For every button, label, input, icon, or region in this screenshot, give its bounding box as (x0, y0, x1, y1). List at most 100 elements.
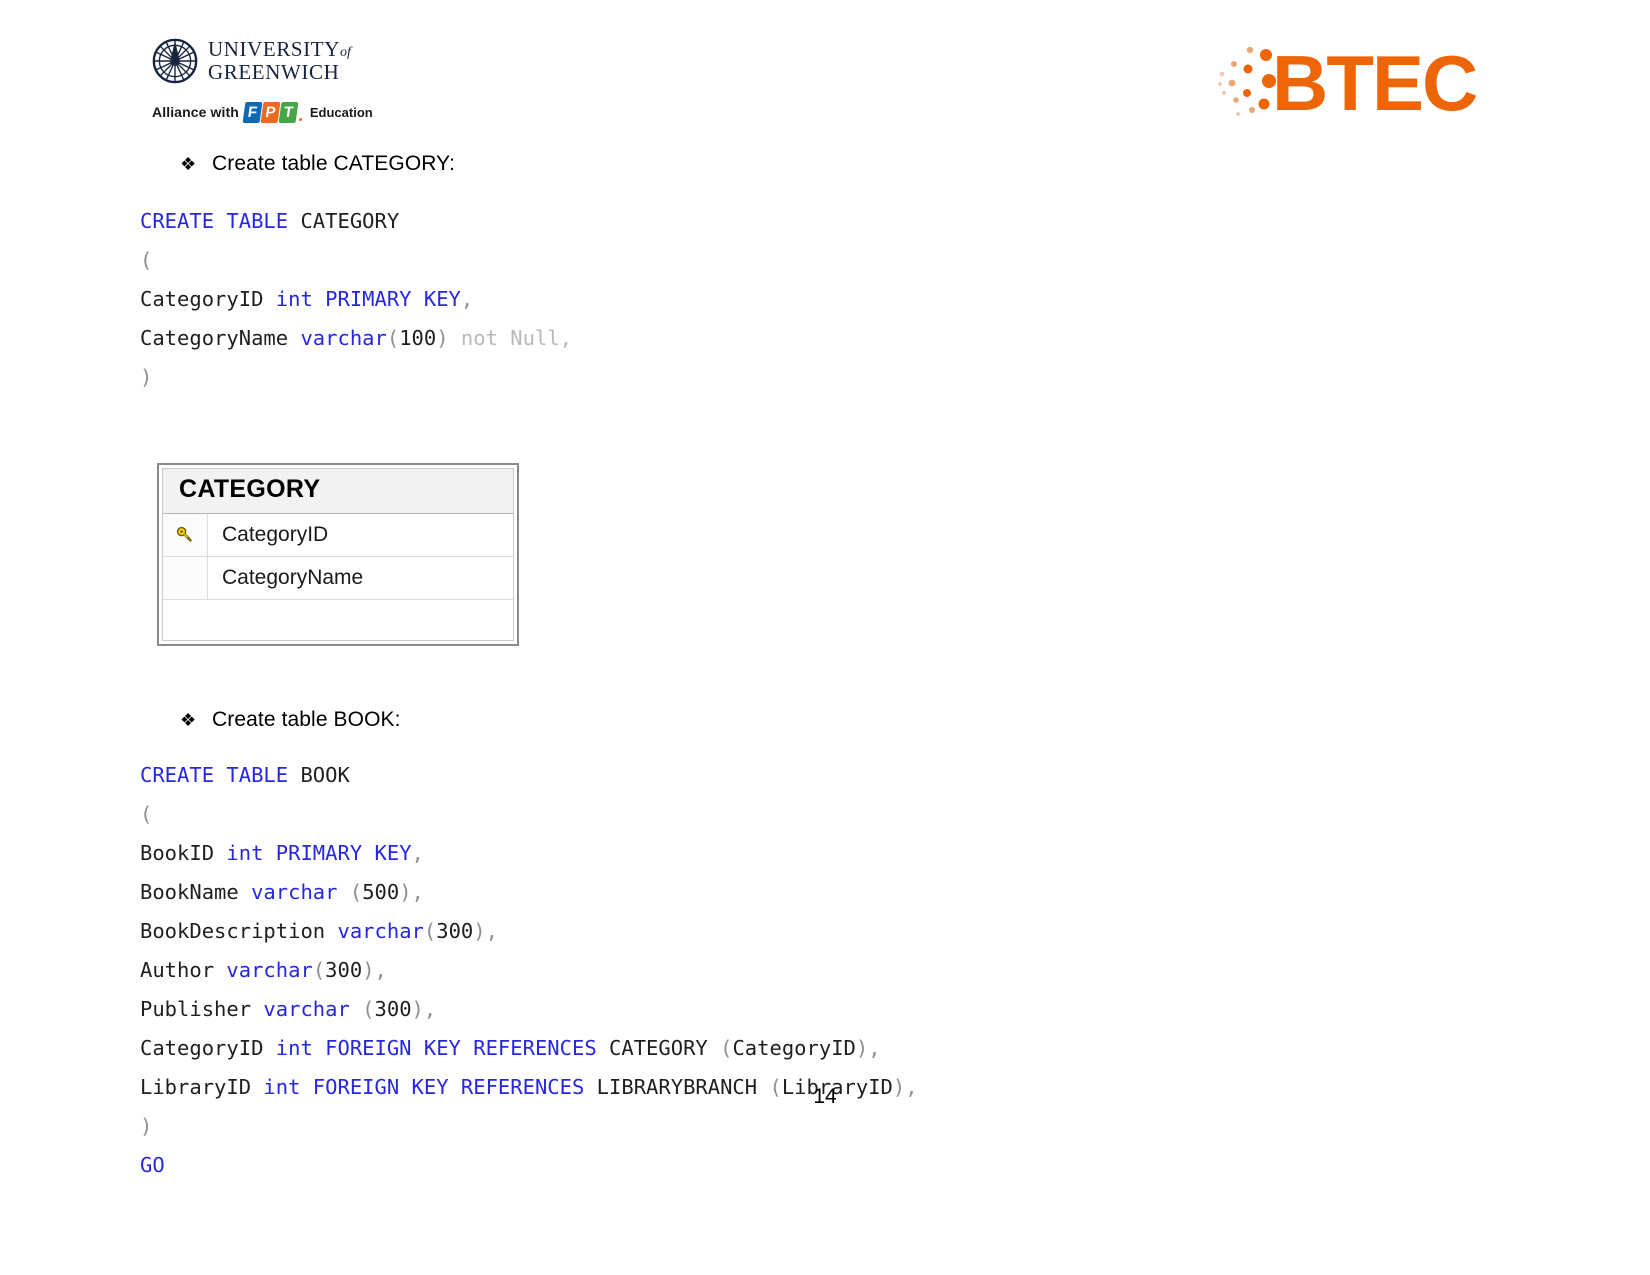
erd-field-row[interactable]: CategoryName (163, 557, 513, 600)
code-token: BookName (140, 880, 252, 904)
code-token: ), (399, 880, 424, 904)
code-line: Author varchar(300), (140, 951, 1650, 990)
page-header: UNIVERSITYof GREENWICH Alliance with F P… (0, 0, 1650, 140)
code-token: not Null, (460, 326, 573, 350)
code-token: varchar (226, 958, 313, 982)
heading-label: Create table CATEGORY: (212, 152, 456, 175)
alliance-education-label: Education (309, 104, 373, 120)
university-line1: UNIVERSITY (208, 37, 340, 61)
code-token: 300 (436, 919, 474, 943)
compass-rose-icon (152, 38, 198, 84)
code-token: CATEGORY (300, 209, 400, 233)
erd-table-box: CATEGORY CategoryID CategoryName (157, 463, 519, 646)
document-page: UNIVERSITYof GREENWICH Alliance with F P… (0, 0, 1650, 1275)
code-token: ( (349, 997, 375, 1021)
btec-logo: BTEC (1214, 36, 1478, 128)
code-line: ( (140, 795, 1650, 834)
fpt-letter-p: P (260, 101, 281, 123)
alliance-with-fpt-education-logo: Alliance with F P T Education (152, 101, 373, 123)
code-line: CategoryName varchar(100) not Null, (140, 319, 1650, 358)
code-line: CREATE TABLE CATEGORY (140, 202, 1650, 241)
code-token: 500 (362, 880, 400, 904)
code-token: ) (140, 1114, 153, 1138)
erd-table-title: CATEGORY (163, 469, 513, 514)
code-line: BookID int PRIMARY KEY, (140, 834, 1650, 873)
code-token: ( (423, 919, 437, 943)
code-line: BookName varchar (500), (140, 873, 1650, 912)
code-token: ( (312, 958, 326, 982)
code-line: ( (140, 241, 1650, 280)
code-token: ), (473, 919, 498, 943)
erd-row-gutter (163, 600, 207, 640)
sql-code-block-book: CREATE TABLE BOOK ( BookID int PRIMARY KEY… (140, 756, 1650, 1185)
code-line: GO (140, 1146, 1650, 1185)
code-token: , (460, 287, 474, 311)
code-token: int PRIMARY KEY (275, 287, 461, 311)
fpt-dot-icon (298, 117, 302, 121)
erd-field-list: CategoryID CategoryName (163, 514, 513, 640)
fpt-logo: F P T (242, 101, 302, 123)
code-line: BookDescription varchar(300), (140, 912, 1650, 951)
code-line: CREATE TABLE BOOK (140, 756, 1650, 795)
erd-table-inner: CATEGORY CategoryID CategoryName (162, 468, 514, 641)
code-line: Publisher varchar (300), (140, 990, 1650, 1029)
code-token: int FOREIGN KEY REFERENCES (275, 1036, 610, 1060)
heading-create-table-category: ❖ Create table CATEGORY: (180, 152, 1650, 176)
code-token: CategoryName (140, 326, 301, 350)
code-token: Author (140, 958, 227, 982)
erd-field-label: CategoryName (222, 566, 364, 589)
diamond-bullet-icon: ❖ (180, 154, 197, 174)
fpt-letter-t: T (278, 101, 299, 123)
section-create-table-book: ❖ Create table BOOK: CREATE TABLE BOOK(B… (0, 708, 1650, 1185)
code-token: 100 (399, 326, 437, 350)
code-token: ) (140, 365, 153, 389)
code-token: ) (436, 326, 461, 350)
code-token: 300 (374, 997, 412, 1021)
university-of-word: of (340, 45, 351, 60)
code-token: CategoryID (140, 1036, 276, 1060)
code-line: CategoryID int FOREIGN KEY REFERENCES CA… (140, 1029, 1650, 1068)
fpt-letter-f: F (242, 101, 263, 123)
code-token: GO (140, 1153, 165, 1177)
code-token: varchar (300, 326, 387, 350)
erd-field-row[interactable]: CategoryID (163, 514, 513, 557)
heading-label: Create table BOOK: (212, 708, 401, 731)
code-token: , (411, 841, 424, 865)
code-token: CategoryID (140, 287, 276, 311)
code-line: CategoryID int PRIMARY KEY, (140, 280, 1650, 319)
code-token: Publisher (140, 997, 264, 1021)
university-wordmark: UNIVERSITYof GREENWICH (208, 39, 351, 83)
code-token: BookDescription (140, 919, 338, 943)
code-token: 300 (325, 958, 363, 982)
section-create-table-category: ❖ Create table CATEGORY: CREATE TABLE CA… (0, 152, 1650, 397)
code-token: BookID (140, 841, 227, 865)
document-body: ❖ Create table CATEGORY: CREATE TABLE CA… (0, 140, 1650, 1185)
code-token: CREATE TABLE (140, 763, 301, 787)
code-token: ), (855, 1036, 881, 1060)
code-token: ), (411, 997, 437, 1021)
code-token: ( (140, 248, 153, 272)
erd-empty-row (163, 600, 513, 640)
code-token: ( (720, 1036, 733, 1060)
code-token: ( (386, 326, 400, 350)
code-token: varchar (251, 880, 338, 904)
code-token: ( (140, 802, 153, 826)
sql-code-block-category: CREATE TABLE CATEGORY ( CategoryID int PRI… (140, 202, 1650, 397)
code-token: CREATE TABLE (140, 209, 301, 233)
code-line: ) (140, 1107, 1650, 1146)
code-token: CATEGORY (609, 1036, 721, 1060)
alliance-prefix-label: Alliance with (152, 104, 239, 120)
code-token: CategoryID (732, 1036, 856, 1060)
btec-wordmark: BTEC (1272, 39, 1478, 127)
primary-key-icon (163, 514, 208, 556)
page-number: 14 (813, 1085, 837, 1108)
heading-create-table-book: ❖ Create table BOOK: (180, 708, 1650, 732)
erd-field-label: CategoryID (222, 523, 329, 546)
code-token: varchar (263, 997, 350, 1021)
erd-diagram-category: CATEGORY CategoryID CategoryName (157, 463, 1650, 646)
code-token: varchar (337, 919, 424, 943)
university-line2: GREENWICH (208, 60, 340, 84)
erd-row-gutter (163, 557, 208, 599)
diamond-bullet-icon: ❖ (180, 710, 197, 730)
code-token: BOOK (300, 763, 350, 787)
